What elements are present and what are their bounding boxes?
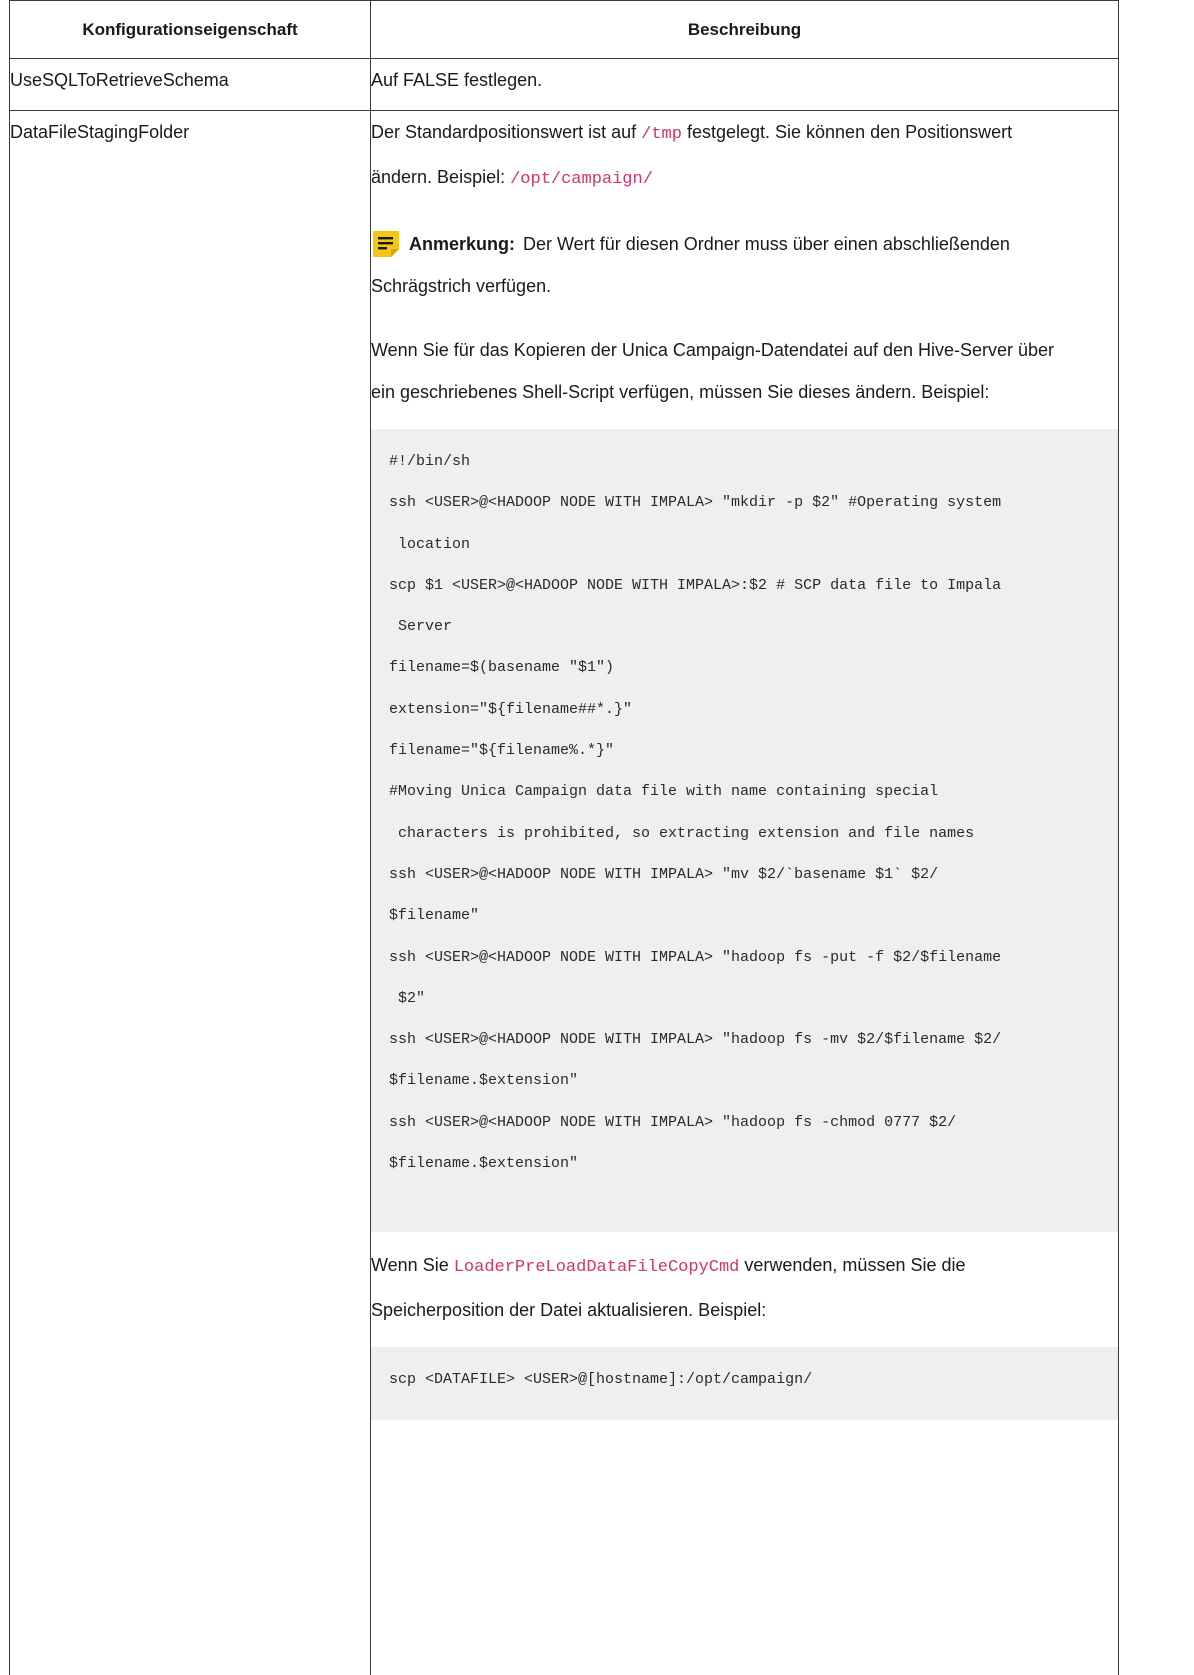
code-opt-campaign: /opt/campaign/	[510, 170, 653, 189]
property-name: DataFileStagingFolder	[10, 122, 190, 142]
property-name: UseSQLToRetrieveSchema	[10, 70, 229, 90]
code-line: #!/bin/sh	[389, 453, 471, 470]
paragraph: Der Standardpositionswert ist auf /tmp f…	[371, 111, 1118, 156]
paragraph: Speicherposition der Datei aktualisieren…	[371, 1300, 767, 1321]
code-line: $filename"	[389, 907, 480, 925]
paragraph: Wenn Sie LoaderPreLoadDataFileCopyCmd ve…	[371, 1244, 1118, 1289]
code-loader-cmd: LoaderPreLoadDataFileCopyCmd	[453, 1258, 740, 1278]
note-text: Der Wert für diesen Ordner muss über ein…	[523, 234, 1010, 254]
property-cell: UseSQLToRetrieveSchema	[9, 58, 371, 111]
text-fragment: verwenden, müssen Sie die	[739, 1255, 966, 1276]
note-label: Anmerkung:	[409, 234, 516, 254]
table-header-row: Konfigurationseigenschaft Beschreibung	[9, 0, 1119, 59]
code-line: scp <DATAFILE> <USER>@[hostname]:/opt/ca…	[389, 1371, 813, 1389]
document-page: Konfigurationseigenschaft Beschreibung U…	[0, 0, 1194, 1675]
code-line: extension="${filename##*.}"	[389, 700, 633, 718]
header-property: Konfigurationseigenschaft	[9, 0, 371, 59]
code-line: ssh <USER>@<HADOOP NODE WITH IMPALA> "ha…	[389, 1031, 1002, 1049]
text-fragment: Wenn Sie	[371, 1255, 454, 1276]
paragraph: Wenn Sie für das Kopieren der Unica Camp…	[371, 340, 1055, 360]
code-line: filename=$(basename "$1")	[389, 659, 615, 677]
code-block-shell-script: #!/bin/sh ssh <USER>@<HADOOP NODE WITH IM…	[371, 429, 1118, 1233]
text-fragment: ändern. Beispiel:	[371, 167, 511, 187]
code-line: $filename.$extension"	[389, 1155, 579, 1173]
property-cell: DataFileStagingFolder	[9, 110, 371, 1675]
code-line: characters is prohibited, so extracting …	[389, 824, 975, 842]
code-line: ssh <USER>@<HADOOP NODE WITH IMPALA> "ha…	[389, 948, 1002, 966]
paragraph: ein geschriebenes Shell-Script verfügen,…	[371, 382, 990, 402]
code-line: filename="${filename%.*}"	[389, 742, 615, 760]
note-icon	[371, 229, 401, 259]
code-tmp: /tmp	[641, 125, 682, 144]
description-text: Auf FALSE festlegen.	[371, 70, 543, 90]
text-fragment: Der Standardpositionswert ist auf	[371, 122, 642, 142]
code-line: #Moving Unica Campaign data file with na…	[389, 783, 939, 801]
description-cell: Der Standardpositionswert ist auf /tmp f…	[370, 110, 1119, 1675]
configuration-table: Konfigurationseigenschaft Beschreibung U…	[9, 0, 1119, 1675]
code-line: Server	[389, 618, 453, 636]
code-line: scp $1 <USER>@<HADOOP NODE WITH IMPALA>:…	[389, 576, 1002, 594]
table-row: DataFileStagingFolder Der Standardpositi…	[9, 110, 1119, 1675]
text-fragment: festgelegt. Sie können den Positionswert	[681, 122, 1013, 142]
code-line: $filename.$extension"	[389, 1072, 579, 1090]
code-block-scp: scp <DATAFILE> <USER>@[hostname]:/opt/ca…	[371, 1347, 1118, 1421]
code-line: $2"	[389, 989, 426, 1007]
paragraph: ändern. Beispiel: /opt/campaign/	[371, 156, 1118, 201]
note-text-continued: Schrägstrich verfügen.	[371, 276, 552, 296]
code-line: location	[389, 535, 471, 553]
code-line: ssh <USER>@<HADOOP NODE WITH IMPALA> "mk…	[389, 494, 1002, 512]
table-row: UseSQLToRetrieveSchema Auf FALSE festleg…	[9, 58, 1119, 111]
code-line: ssh <USER>@<HADOOP NODE WITH IMPALA> "mv…	[389, 865, 939, 883]
description-cell: Auf FALSE festlegen.	[370, 58, 1119, 111]
code-line: ssh <USER>@<HADOOP NODE WITH IMPALA> "ha…	[389, 1113, 957, 1131]
note-line: Anmerkung: Der Wert für diesen Ordner mu…	[371, 223, 1118, 265]
note-box: Anmerkung: Der Wert für diesen Ordner mu…	[371, 223, 1118, 307]
header-description: Beschreibung	[370, 0, 1119, 59]
